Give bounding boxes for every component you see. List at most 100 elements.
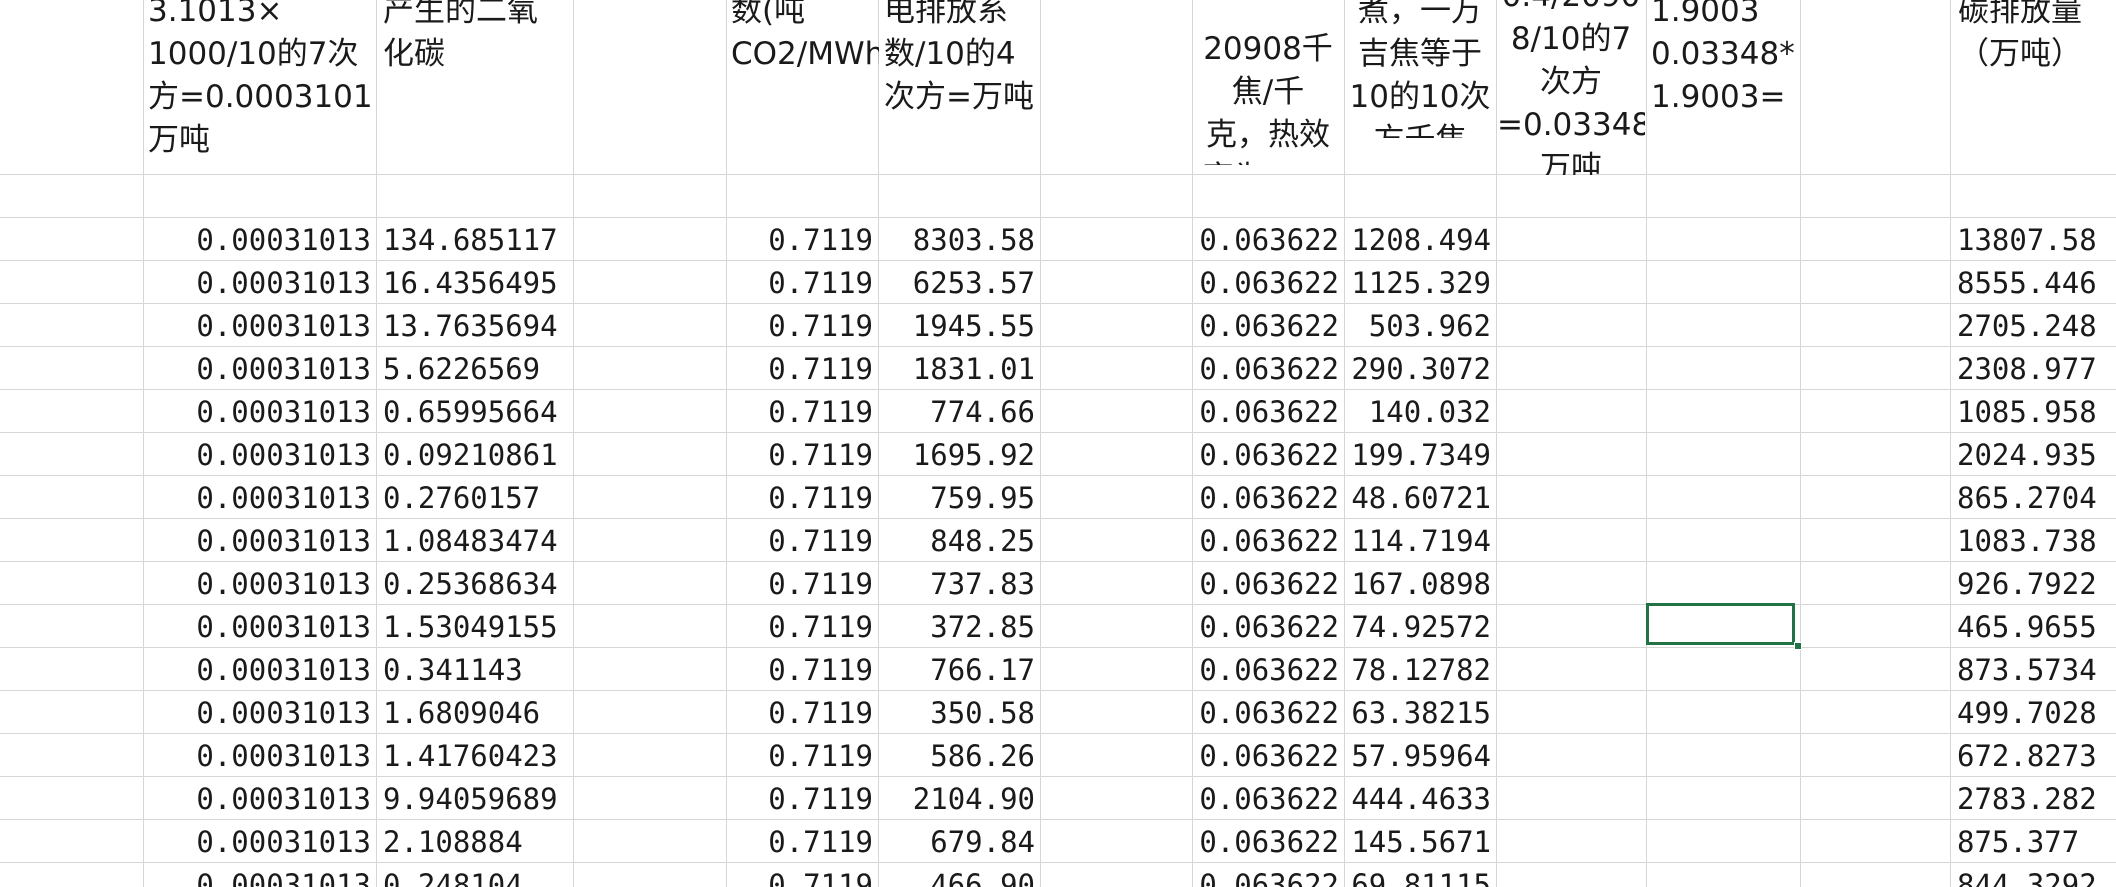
table-cell[interactable]: 0.063622 [1192,262,1344,305]
table-cell[interactable]: 0.00031013 [143,219,376,262]
table-cell[interactable]: 0.00031013 [143,864,376,887]
table-cell[interactable]: 0.7119 [726,692,878,735]
table-cell[interactable]: 0.00031013 [143,520,376,563]
table-cell[interactable]: 16.4356495 [376,262,573,305]
table-cell[interactable]: 0.00031013 [143,821,376,864]
table-cell[interactable]: 0.00031013 [143,434,376,477]
table-cell[interactable]: 372.85 [878,606,1040,649]
table-cell[interactable]: 499.7028 [1950,692,2116,735]
table-cell[interactable]: 0.063622 [1192,606,1344,649]
table-cell[interactable]: 0.7119 [726,262,878,305]
table-cell[interactable]: 134.685117 [376,219,573,262]
table-cell[interactable]: 0.00031013 [143,348,376,391]
table-cell[interactable]: 0.7119 [726,348,878,391]
table-cell[interactable]: 0.00031013 [143,305,376,348]
table-cell[interactable]: 0.7119 [726,649,878,692]
table-cell[interactable]: 0.7119 [726,735,878,778]
table-cell[interactable]: 0.063622 [1192,305,1344,348]
table-cell[interactable]: 290.3072 [1344,348,1496,391]
table-cell[interactable]: 1.41760423 [376,735,573,778]
table-cell[interactable]: 0.00031013 [143,692,376,735]
table-cell[interactable]: 0.00031013 [143,606,376,649]
table-cell[interactable]: 0.063622 [1192,692,1344,735]
table-cell[interactable]: 114.7194 [1344,520,1496,563]
table-cell[interactable]: 78.12782 [1344,649,1496,692]
table-cell[interactable]: 6253.57 [878,262,1040,305]
table-cell[interactable]: 0.063622 [1192,821,1344,864]
table-cell[interactable]: 875.377 [1950,821,2116,864]
table-cell[interactable]: 0.063622 [1192,434,1344,477]
table-cell[interactable]: 48.60721 [1344,477,1496,520]
header-carbon-emission-total-cell[interactable]: 碳排放量 （万吨） [1958,0,2116,165]
selected-cell[interactable] [1646,603,1795,645]
fill-handle[interactable] [1794,642,1802,650]
table-cell[interactable]: 0.00031013 [143,262,376,305]
table-cell[interactable]: 57.95964 [1344,735,1496,778]
table-cell[interactable]: 0.25368634 [376,563,573,606]
table-cell[interactable]: 0.7119 [726,391,878,434]
table-cell[interactable]: 0.7119 [726,477,878,520]
table-cell[interactable]: 8303.58 [878,219,1040,262]
table-cell[interactable]: 0.341143 [376,649,573,692]
table-cell[interactable]: 2024.935 [1950,434,2116,477]
table-cell[interactable]: 0.063622 [1192,391,1344,434]
table-cell[interactable]: 0.2760157 [376,477,573,520]
table-cell[interactable]: 466.90 [878,864,1040,887]
table-cell[interactable]: 1831.01 [878,348,1040,391]
table-cell[interactable]: 0.7119 [726,434,878,477]
table-cell[interactable]: 0.7119 [726,606,878,649]
table-cell[interactable]: 0.00031013 [143,391,376,434]
table-cell[interactable]: 465.9655 [1950,606,2116,649]
header-electricity-emission-cell[interactable]: 电排放系 数/10的4 次方=万吨 [884,0,1040,165]
table-cell[interactable]: 167.0898 [1344,563,1496,606]
table-cell[interactable]: 0.063622 [1192,563,1344,606]
table-cell[interactable]: 774.66 [878,391,1040,434]
table-cell[interactable]: 0.00031013 [143,563,376,606]
header-multiplier-cell[interactable]: 1.9003 0.03348* 1.9003= [1651,0,1795,165]
table-cell[interactable]: 844.3292 [1950,864,2116,887]
table-cell[interactable]: 0.09210861 [376,434,573,477]
table-cell[interactable]: 0.7119 [726,305,878,348]
table-cell[interactable]: 74.92572 [1344,606,1496,649]
header-heat-value-cell[interactable]: 20908千 焦/千 克，热效 率为70% [1193,28,1343,165]
table-cell[interactable]: 503.962 [1344,305,1496,348]
table-cell[interactable]: 737.83 [878,563,1040,606]
table-cell[interactable]: 679.84 [878,821,1040,864]
table-cell[interactable]: 5.6226569 [376,348,573,391]
table-cell[interactable]: 145.5671 [1344,821,1496,864]
table-cell[interactable]: 444.4633 [1344,778,1496,821]
table-cell[interactable]: 1.08483474 [376,520,573,563]
table-cell[interactable]: 199.7349 [1344,434,1496,477]
table-cell[interactable]: 0.00031013 [143,778,376,821]
table-cell[interactable]: 0.248104 [376,864,573,887]
table-cell[interactable]: 0.7119 [726,563,878,606]
table-cell[interactable]: 1208.494 [1344,219,1496,262]
table-cell[interactable]: 2308.977 [1950,348,2116,391]
table-cell[interactable]: 1083.738 [1950,520,2116,563]
table-cell[interactable]: 1945.55 [878,305,1040,348]
table-cell[interactable]: 0.7119 [726,778,878,821]
table-cell[interactable]: 926.7922 [1950,563,2116,606]
table-cell[interactable]: 0.00031013 [143,735,376,778]
table-cell[interactable]: 0.00031013 [143,649,376,692]
table-cell[interactable]: 13.7635694 [376,305,573,348]
header-gigajoule-conversion-cell[interactable]: 煮，一万 吉焦等于 10的10次 方千焦 [1345,0,1495,138]
table-cell[interactable]: 0.063622 [1192,649,1344,692]
header-co2-produced-cell[interactable]: 产生的二氧 化碳 [383,0,573,165]
table-cell[interactable]: 0.00031013 [143,477,376,520]
table-cell[interactable]: 586.26 [878,735,1040,778]
header-emission-factor-cell[interactable]: 3.1013× 1000/10的7次 方=0.00031013 万吨 [148,0,373,165]
table-cell[interactable]: 9.94059689 [376,778,573,821]
table-cell[interactable]: 63.38215 [1344,692,1496,735]
table-cell[interactable]: 0.063622 [1192,219,1344,262]
table-cell[interactable]: 350.58 [878,692,1040,735]
table-cell[interactable]: 873.5734 [1950,649,2116,692]
header-coefficient-calc-cell[interactable]: 0.4/2090 8/10的7 次方 =0.03348 万吨 [1497,0,1645,175]
table-cell[interactable]: 1695.92 [878,434,1040,477]
table-cell[interactable]: 1.53049155 [376,606,573,649]
table-cell[interactable]: 2104.90 [878,778,1040,821]
table-cell[interactable]: 1.6809046 [376,692,573,735]
table-cell[interactable]: 0.7119 [726,219,878,262]
table-cell[interactable]: 13807.58 [1950,219,2116,262]
table-cell[interactable]: 0.063622 [1192,477,1344,520]
